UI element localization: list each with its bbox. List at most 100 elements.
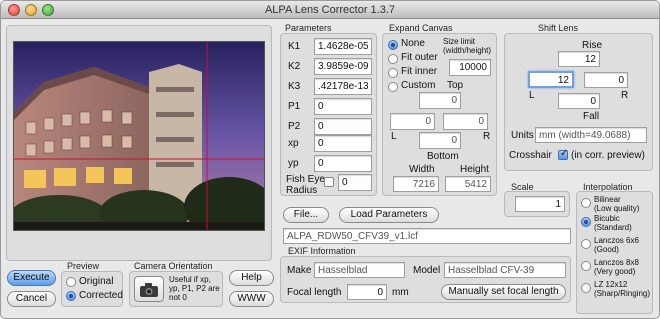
- parameter-file-field[interactable]: ALPA_RDW50_CFV39_v1.lcf: [283, 228, 571, 244]
- k1-label: K1: [288, 41, 301, 52]
- make-field[interactable]: Hasselblad: [314, 262, 405, 278]
- xp-label: xp: [288, 138, 299, 149]
- units-label: Units: [511, 130, 534, 141]
- canvas-bottom-field[interactable]: 0: [419, 132, 461, 149]
- execute-button[interactable]: Execute: [7, 270, 56, 286]
- k1-field[interactable]: 1.4628e-05: [314, 38, 372, 55]
- shift-right-field[interactable]: 0: [584, 72, 628, 88]
- interp-lanczos8-radio[interactable]: [581, 261, 591, 271]
- camera-orientation-note: Useful if xp, yp, P1, P2 are not 0: [169, 275, 220, 302]
- fisheye-label-line1: Fish Eye: [286, 174, 325, 185]
- window-title: ALPA Lens Corrector 1.3.7: [264, 4, 396, 16]
- canvas-right-field[interactable]: 0: [443, 113, 488, 130]
- expand-none-radio[interactable]: [388, 40, 398, 50]
- focal-length-field[interactable]: 0: [347, 284, 387, 300]
- fisheye-label-line2: Radius: [286, 185, 318, 196]
- height-label: Height: [460, 164, 489, 175]
- app-window: ALPA Lens Corrector 1.3.7 Parameters K1 …: [0, 0, 660, 319]
- size-limit-label-line2: (width/height): [443, 46, 492, 55]
- k2-label: K2: [288, 61, 301, 72]
- size-limit-label-line1: Size limit: [443, 37, 476, 46]
- expand-custom-radio[interactable]: [388, 82, 398, 92]
- size-limit-field[interactable]: 10000: [449, 59, 491, 76]
- canvas-left-field[interactable]: 0: [390, 113, 435, 130]
- expand-fit-outer-radio[interactable]: [388, 54, 398, 64]
- fisheye-radius-field[interactable]: 0: [338, 174, 372, 191]
- interp-lz12-line2: (Sharp/Ringing): [594, 289, 651, 298]
- canvas-height-field[interactable]: 5412: [445, 176, 491, 192]
- fall-field[interactable]: 0: [558, 93, 600, 109]
- preview-corrected-radio[interactable]: [66, 291, 76, 301]
- interp-bicubic-label: Bicubic (Standard): [594, 214, 632, 232]
- yp-field[interactable]: 0: [314, 155, 372, 172]
- fisheye-checkbox[interactable]: [324, 177, 334, 187]
- interp-bilinear-radio[interactable]: [581, 198, 591, 208]
- size-limit-label: Size limit (width/height): [443, 37, 491, 55]
- canvas-right-label: R: [483, 131, 491, 142]
- interp-lanczos6-line2: (Good): [594, 245, 619, 254]
- expand-fit-inner-label: Fit inner: [401, 66, 438, 77]
- interp-lanczos8-line1: Lanczos 8x8: [594, 258, 639, 267]
- p2-label: P2: [288, 121, 301, 132]
- interp-bilinear-line1: Bilinear: [594, 195, 621, 204]
- preview-image[interactable]: [13, 41, 265, 231]
- crosshair-checkbox[interactable]: [558, 148, 568, 160]
- rise-label: Rise: [582, 40, 603, 51]
- camera-orientation-heading: Camera Orientation: [134, 261, 213, 271]
- interp-bicubic-line2: (Standard): [594, 223, 632, 232]
- shift-left-field[interactable]: 12: [528, 71, 574, 88]
- model-field[interactable]: Hasselblad CFV-39: [444, 262, 566, 278]
- crosshair-checkbox-label: (in corr. preview): [571, 150, 645, 161]
- rise-field[interactable]: 12: [558, 51, 600, 67]
- k3-label: K3: [288, 81, 301, 92]
- top-label: Top: [447, 80, 464, 91]
- title-bar: ALPA Lens Corrector 1.3.7: [1, 1, 659, 19]
- canvas-width-field[interactable]: 7216: [393, 176, 439, 192]
- p2-field[interactable]: 0: [314, 118, 372, 135]
- k2-field[interactable]: 3.9859e-09: [314, 58, 372, 75]
- shift-left-label: L: [529, 90, 535, 101]
- model-label: Model: [413, 265, 441, 276]
- exif-heading: EXIF Information: [288, 246, 356, 256]
- interp-lanczos8-line2: (Very good): [594, 267, 636, 276]
- focal-length-unit: mm: [392, 287, 409, 298]
- interp-lz12-label: LZ 12x12 (Sharp/Ringing): [594, 280, 650, 298]
- manual-focal-length-button[interactable]: Manually set focal length: [441, 284, 566, 300]
- scale-field[interactable]: 1: [515, 196, 565, 212]
- p1-field[interactable]: 0: [314, 98, 372, 115]
- shift-lens-heading: Shift Lens: [538, 23, 579, 33]
- www-button[interactable]: WWW: [229, 291, 274, 307]
- cancel-button[interactable]: Cancel: [7, 291, 56, 307]
- expand-fit-inner-radio[interactable]: [388, 68, 398, 78]
- interp-bicubic-radio[interactable]: [581, 217, 591, 227]
- width-label: Width: [409, 164, 435, 175]
- file-button[interactable]: File...: [283, 207, 329, 223]
- interp-lz12-radio[interactable]: [581, 283, 591, 293]
- fisheye-label: Fish Eye Radius: [286, 174, 325, 196]
- preview-corrected-label: Corrected: [79, 290, 123, 301]
- load-parameters-button[interactable]: Load Parameters: [339, 207, 439, 223]
- preview-photo-drawing: [14, 42, 264, 230]
- crosshair-label: Crosshair: [509, 150, 552, 161]
- shift-right-label: R: [621, 90, 629, 101]
- interp-bilinear-label: Bilinear (Low quality): [594, 195, 639, 213]
- expand-custom-label: Custom: [401, 80, 436, 91]
- preview-original-radio[interactable]: [66, 277, 76, 287]
- canvas-top-field[interactable]: 0: [419, 92, 461, 109]
- k3-field[interactable]: .42178e-13: [314, 78, 372, 95]
- bottom-label: Bottom: [427, 151, 459, 162]
- canvas-left-label: L: [391, 131, 397, 142]
- interp-lanczos8-label: Lanczos 8x8 (Very good): [594, 258, 639, 276]
- yp-label: yp: [288, 158, 299, 169]
- camera-orientation-button[interactable]: [134, 276, 164, 302]
- interp-lz12-line1: LZ 12x12: [594, 280, 628, 289]
- interp-lanczos6-line1: Lanczos 6x6: [594, 236, 639, 245]
- units-field[interactable]: mm (width=49.0688): [535, 127, 647, 143]
- expand-none-label: None: [401, 38, 425, 49]
- preview-heading: Preview: [67, 261, 100, 271]
- xp-field[interactable]: 0: [314, 135, 372, 152]
- help-button[interactable]: Help: [229, 270, 274, 286]
- expand-fit-outer-label: Fit outer: [401, 52, 438, 63]
- interp-lanczos6-radio[interactable]: [581, 239, 591, 249]
- parameters-heading: Parameters: [285, 23, 332, 33]
